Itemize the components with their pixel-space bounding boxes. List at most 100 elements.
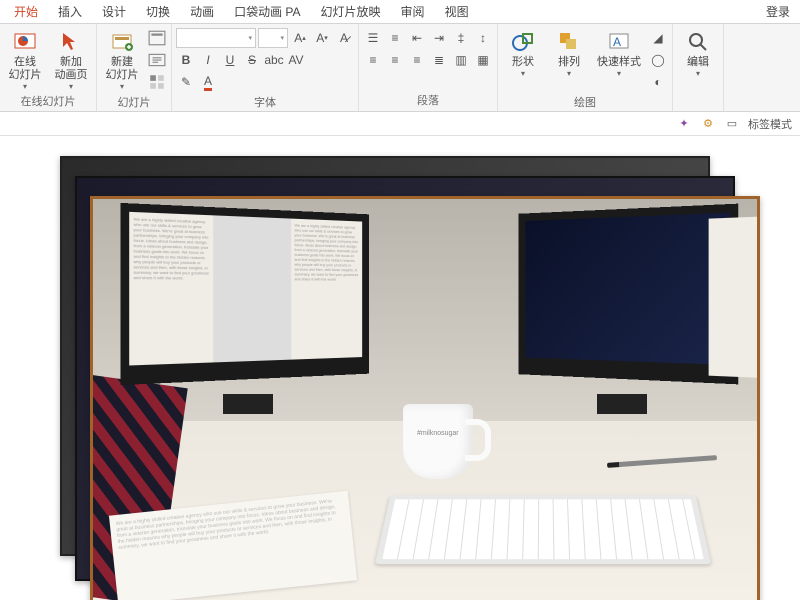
tab-view[interactable]: 视图	[435, 0, 479, 23]
quick-styles-label: 快速样式	[597, 56, 641, 69]
indent-icon: ⇥	[434, 31, 444, 45]
tab-design[interactable]: 设计	[92, 0, 136, 23]
shrink-font-button[interactable]: A▾	[312, 28, 332, 48]
chevron-down-icon: ▾	[696, 69, 700, 78]
align-right-button[interactable]: ≡	[407, 50, 427, 70]
highlight-icon: ✎	[181, 75, 191, 89]
tab-pocket-anim[interactable]: 口袋动画 PA	[224, 0, 310, 23]
group-label	[677, 106, 719, 111]
text-direction-button[interactable]: ↕	[473, 28, 493, 48]
shapes-button[interactable]: 形状 ▾	[502, 26, 544, 78]
font-size-select[interactable]: ▾	[258, 28, 288, 48]
shadow-button[interactable]: abc	[264, 50, 284, 70]
arrange-icon	[557, 30, 581, 54]
tab-slideshow[interactable]: 幻灯片放映	[311, 0, 391, 23]
indent-inc-button[interactable]: ⇥	[429, 28, 449, 48]
chevron-down-icon: ▾	[120, 82, 124, 91]
new-anim-page-button[interactable]: 新加动画页 ▾	[50, 26, 92, 91]
bullets-button[interactable]: ☰	[363, 28, 383, 48]
font-color-button[interactable]: A	[198, 72, 218, 92]
tab-animation[interactable]: 动画	[180, 0, 224, 23]
slide-stack-front[interactable]: We are a highly skilled creative agency …	[90, 196, 760, 600]
align-left-button[interactable]: ≡	[363, 50, 383, 70]
group-slides: 新建幻灯片 ▾ 幻灯片	[97, 24, 172, 111]
shapes-icon	[511, 30, 535, 54]
line-spacing-button[interactable]: ‡	[451, 28, 471, 48]
font-family-select[interactable]: ▾	[176, 28, 256, 48]
justify-icon: ≣	[434, 53, 444, 67]
slide-image: We are a highly skilled creative agency …	[93, 199, 757, 600]
highlight-button[interactable]: ✎	[176, 72, 196, 92]
chevron-down-icon: ▾	[69, 82, 73, 91]
pen	[607, 455, 717, 468]
bold-button[interactable]: B	[176, 50, 196, 70]
online-slides-label: 在线幻灯片	[9, 56, 42, 82]
edit-button[interactable]: 编辑 ▾	[677, 26, 719, 78]
numbering-button[interactable]: ≡	[385, 28, 405, 48]
document-text: We are a highly skilled creative agency …	[291, 219, 362, 360]
italic-button[interactable]: I	[198, 50, 218, 70]
right-monitor	[519, 204, 739, 385]
grow-font-button[interactable]: A▴	[290, 28, 310, 48]
shape-fill-button[interactable]: ◢	[648, 28, 668, 48]
arrange-button[interactable]: 排列 ▾	[548, 26, 590, 78]
clear-format-button[interactable]: A̷	[334, 28, 354, 48]
reset-button[interactable]	[147, 50, 167, 70]
group-font: ▾ ▾ A▴ A▾ A̷ B I U S abc AV ✎ A	[172, 24, 359, 111]
group-online-slides: 在线幻灯片 ▾ 新加动画页 ▾ 在线幻灯片	[0, 24, 97, 111]
shape-effects-button[interactable]: ◐	[648, 72, 668, 92]
ribbon: 在线幻灯片 ▾ 新加动画页 ▾ 在线幻灯片 新建幻灯片 ▾ 幻灯片	[0, 24, 800, 112]
tab-review[interactable]: 审阅	[391, 0, 435, 23]
gear-icon[interactable]: ⚙	[700, 116, 716, 132]
mug-text: #milknosugar	[417, 430, 459, 437]
align-right-icon: ≡	[413, 53, 420, 67]
group-label: 在线幻灯片	[4, 91, 92, 112]
tab-transition[interactable]: 切换	[136, 0, 180, 23]
numbering-icon: ≡	[391, 31, 398, 45]
chevron-down-icon: ▾	[617, 69, 621, 78]
tag-mode-label[interactable]: 标签模式	[748, 116, 792, 132]
outdent-icon: ⇤	[412, 31, 422, 45]
align-center-button[interactable]: ≡	[385, 50, 405, 70]
char-spacing-icon: AV	[288, 53, 303, 67]
quick-styles-button[interactable]: A 快速样式 ▾	[594, 26, 644, 78]
group-paragraph: ☰ ≡ ⇤ ⇥ ‡ ↕ ≡ ≡ ≡ ≣ ▥ ▦ 段落	[359, 24, 498, 111]
justify-button[interactable]: ≣	[429, 50, 449, 70]
line-spacing-icon: ‡	[458, 31, 465, 45]
tab-insert[interactable]: 插入	[48, 0, 92, 23]
bullets-icon: ☰	[368, 31, 379, 45]
group-label: 段落	[363, 90, 493, 111]
layout-button[interactable]	[147, 28, 167, 48]
tag-mode-icon[interactable]: ▭	[724, 116, 740, 132]
chevron-down-icon: ▾	[567, 69, 571, 78]
left-monitor: We are a highly skilled creative agency …	[120, 203, 368, 385]
eraser-icon: A̷	[340, 31, 348, 45]
bucket-icon: ◢	[653, 31, 662, 45]
document-text: We are a highly skilled creative agency …	[129, 212, 213, 366]
shape-outline-button[interactable]: ◯	[648, 50, 668, 70]
find-icon	[686, 30, 710, 54]
underline-button[interactable]: U	[220, 50, 240, 70]
group-label: 绘图	[502, 92, 668, 113]
section-button[interactable]	[147, 72, 167, 92]
login-button[interactable]: 登录	[760, 0, 796, 23]
slide-canvas[interactable]: We are a highly skilled creative agency …	[0, 136, 800, 600]
indent-dec-button[interactable]: ⇤	[407, 28, 427, 48]
online-slides-button[interactable]: 在线幻灯片 ▾	[4, 26, 46, 91]
edit-label: 编辑	[687, 56, 709, 69]
strike-button[interactable]: S	[242, 50, 262, 70]
tab-start[interactable]: 开始	[4, 0, 48, 23]
columns-icon: ▥	[455, 53, 466, 67]
cursor-star-icon	[59, 30, 83, 54]
spacing-button[interactable]: AV	[286, 50, 306, 70]
magic-icon[interactable]: ✦	[676, 116, 692, 132]
smartart-button[interactable]: ▦	[473, 50, 493, 70]
section-icon	[148, 73, 166, 91]
new-slide-button[interactable]: 新建幻灯片 ▾	[101, 26, 143, 91]
group-label: 字体	[176, 92, 354, 113]
columns-button[interactable]: ▥	[451, 50, 471, 70]
ribbon-tabs: 开始 插入 设计 切换 动画 口袋动画 PA 幻灯片放映 审阅 视图 登录	[0, 0, 800, 24]
new-slide-icon	[110, 30, 134, 54]
quick-styles-icon: A	[607, 30, 631, 54]
group-edit: 编辑 ▾	[673, 24, 724, 111]
